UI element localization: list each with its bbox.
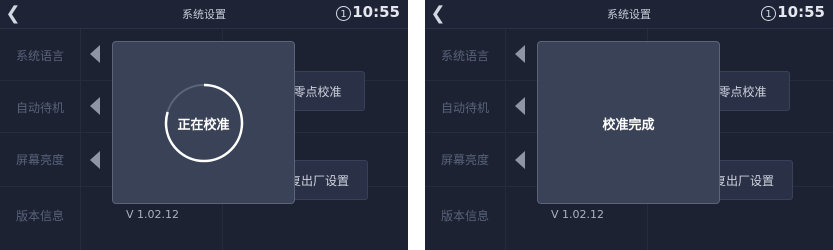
arrow-left-icon <box>515 151 525 169</box>
version-value: V 1.02.12 <box>126 208 180 221</box>
sidebar-item-auto-standby[interactable]: 自动待机 <box>0 81 80 133</box>
sidebar-item-language[interactable]: 系统语言 <box>425 29 505 81</box>
calibration-complete-label: 校准完成 <box>602 118 655 133</box>
divider <box>505 29 506 250</box>
calibrating-label: 正在校准 <box>177 118 230 133</box>
version-value: V 1.02.12 <box>551 208 605 221</box>
sidebar-item-version[interactable]: 版本信息 <box>0 189 80 241</box>
top-bar: ❮ 系统设置 1 10:55 <box>0 0 408 29</box>
divider <box>80 29 81 250</box>
notification-badge: 1 <box>761 6 776 21</box>
settings-screen-done: ❮ 系统设置 1 10:55 系统语言 自动待机 屏幕亮度 版本信息 零点校准 … <box>425 0 833 250</box>
sidebar-item-language[interactable]: 系统语言 <box>0 29 80 81</box>
top-bar: ❮ 系统设置 1 10:55 <box>425 0 833 29</box>
arrow-left-icon <box>90 97 100 115</box>
sidebar-item-version[interactable]: 版本信息 <box>425 189 505 241</box>
clock: 10:55 <box>777 3 825 21</box>
arrow-left-icon <box>90 151 100 169</box>
calibration-dialog: 正在校准 <box>112 41 295 204</box>
arrow-left-icon <box>515 97 525 115</box>
calibration-complete-dialog: 校准完成 <box>537 41 720 204</box>
sidebar-item-auto-standby[interactable]: 自动待机 <box>425 81 505 133</box>
clock: 10:55 <box>352 3 400 21</box>
sidebar-item-brightness[interactable]: 屏幕亮度 <box>0 133 80 185</box>
settings-screen-calibrating: ❮ 系统设置 1 10:55 系统语言 自动待机 屏幕亮度 版本信息 零点校准 … <box>0 0 408 250</box>
notification-badge: 1 <box>336 6 351 21</box>
sidebar-item-brightness[interactable]: 屏幕亮度 <box>425 133 505 185</box>
arrow-left-icon <box>90 45 100 63</box>
arrow-left-icon <box>515 45 525 63</box>
